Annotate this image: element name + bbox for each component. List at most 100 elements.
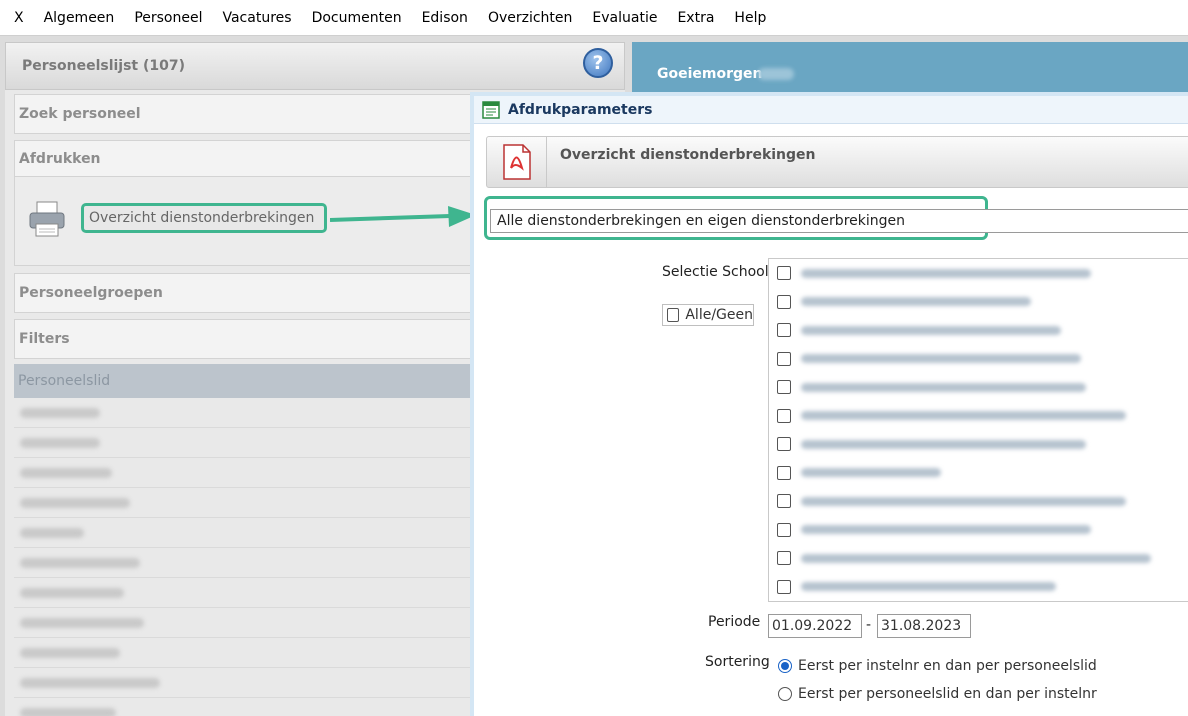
list-item[interactable] (14, 608, 484, 638)
redacted-name (20, 557, 140, 568)
report-selection-value: Alle dienstonderbrekingen en eigen diens… (497, 213, 905, 229)
redacted-school-name (801, 468, 941, 478)
redacted-school-name (801, 268, 1091, 278)
list-item[interactable] (14, 398, 484, 428)
section-filters[interactable]: Filters (14, 319, 484, 359)
redacted-name (20, 587, 124, 598)
menu-evaluatie[interactable]: Evaluatie (582, 10, 667, 26)
school-item[interactable] (769, 573, 1188, 602)
section-label: Afdrukken (19, 151, 101, 167)
list-item[interactable] (14, 458, 484, 488)
staff-list (14, 398, 484, 716)
section-personeelgroepen[interactable]: Personeelgroepen (14, 273, 484, 313)
radio-unselected[interactable] (778, 687, 792, 701)
menu-vacatures[interactable]: Vacatures (212, 10, 301, 26)
checkbox[interactable] (777, 351, 791, 366)
list-header-label: Personeelslid (18, 373, 111, 389)
school-item[interactable] (769, 402, 1188, 431)
checkbox[interactable] (667, 308, 680, 322)
redacted-name (20, 707, 116, 716)
pdf-icon (502, 144, 531, 180)
checkbox[interactable] (777, 465, 791, 480)
sort-option-label: Eerst per instelnr en dan per personeels… (798, 658, 1097, 674)
section-afdrukken[interactable]: Afdrukken (14, 140, 484, 178)
section-label: Filters (19, 331, 70, 347)
menu-help[interactable]: Help (724, 10, 776, 26)
menu-edison[interactable]: Edison (412, 10, 478, 26)
checkbox[interactable] (777, 266, 791, 281)
printer-icon (29, 201, 65, 237)
redacted-school-name (801, 496, 1126, 506)
redacted-name (20, 677, 160, 688)
date-separator: - (866, 617, 872, 633)
sort-option-instelnr[interactable]: Eerst per instelnr en dan per personeels… (778, 658, 1097, 674)
school-item[interactable] (769, 316, 1188, 345)
checkbox[interactable] (777, 579, 791, 594)
redacted-school-name (801, 553, 1151, 563)
list-item[interactable] (14, 578, 484, 608)
menu-overzichten[interactable]: Overzichten (478, 10, 582, 26)
checkbox[interactable] (777, 437, 791, 452)
school-item[interactable] (769, 288, 1188, 317)
print-overzicht-dienstonderbrekingen[interactable]: Overzicht dienstonderbrekingen (81, 203, 327, 233)
report-selection-dropdown[interactable]: Alle dienstonderbrekingen en eigen diens… (490, 209, 1188, 233)
date-from-input[interactable]: 01.09.2022 (768, 614, 862, 638)
list-item[interactable] (14, 638, 484, 668)
redacted-school-name (801, 297, 1031, 307)
dialog-titlebar[interactable]: Afdrukparameters (474, 96, 1188, 124)
redacted-name (20, 647, 120, 658)
school-list (768, 258, 1188, 602)
school-item[interactable] (769, 544, 1188, 573)
school-selection-label: Selectie School (662, 264, 769, 280)
checkbox[interactable] (777, 551, 791, 566)
date-to-value: 31.08.2023 (881, 618, 962, 634)
redacted-school-name (801, 411, 1126, 421)
list-item[interactable] (14, 548, 484, 578)
list-item[interactable] (14, 668, 484, 698)
date-to-input[interactable]: 31.08.2023 (877, 614, 971, 638)
checkbox[interactable] (777, 522, 791, 537)
date-from-value: 01.09.2022 (772, 618, 853, 634)
menu-extra[interactable]: Extra (667, 10, 724, 26)
redacted-name (20, 437, 100, 448)
school-item[interactable] (769, 259, 1188, 288)
checkbox[interactable] (777, 380, 791, 395)
list-item[interactable] (14, 488, 484, 518)
menu-close[interactable]: X (4, 10, 34, 26)
dialog-title: Afdrukparameters (508, 101, 653, 118)
periode-label: Periode (708, 614, 761, 630)
sort-option-personeelslid[interactable]: Eerst per personeelslid en dan per inste… (778, 686, 1097, 702)
checkbox[interactable] (777, 294, 791, 309)
school-item[interactable] (769, 373, 1188, 402)
redacted-name (20, 527, 84, 538)
menu-documenten[interactable]: Documenten (302, 10, 412, 26)
panel-title: Personeelslijst (107) (5, 42, 625, 90)
menu-personeel[interactable]: Personeel (124, 10, 212, 26)
alle-geen-checkbox[interactable]: Alle/Geen (662, 304, 754, 326)
help-icon[interactable]: ? (583, 48, 613, 78)
school-item[interactable] (769, 487, 1188, 516)
redacted-name (20, 407, 100, 418)
redacted-school-name (801, 325, 1061, 335)
school-item[interactable] (769, 516, 1188, 545)
list-item[interactable] (14, 518, 484, 548)
menu-algemeen[interactable]: Algemeen (34, 10, 125, 26)
school-item[interactable] (769, 345, 1188, 374)
list-header[interactable]: Personeelslid (14, 364, 484, 398)
checkbox[interactable] (777, 494, 791, 509)
report-icon-box (487, 137, 547, 187)
list-item[interactable] (14, 698, 484, 716)
list-item[interactable] (14, 428, 484, 458)
checkbox[interactable] (777, 323, 791, 338)
redacted-name (20, 497, 130, 508)
redacted-school-name (801, 382, 1086, 392)
radio-selected[interactable] (778, 659, 792, 673)
arrow-annotation (330, 206, 476, 227)
section-zoek-personeel[interactable]: Zoek personeel (14, 94, 484, 134)
school-item[interactable] (769, 459, 1188, 488)
redacted-school-name (801, 582, 1056, 592)
checkbox[interactable] (777, 408, 791, 423)
section-label: Personeelgroepen (19, 285, 163, 301)
school-item[interactable] (769, 430, 1188, 459)
section-label: Zoek personeel (19, 106, 141, 122)
